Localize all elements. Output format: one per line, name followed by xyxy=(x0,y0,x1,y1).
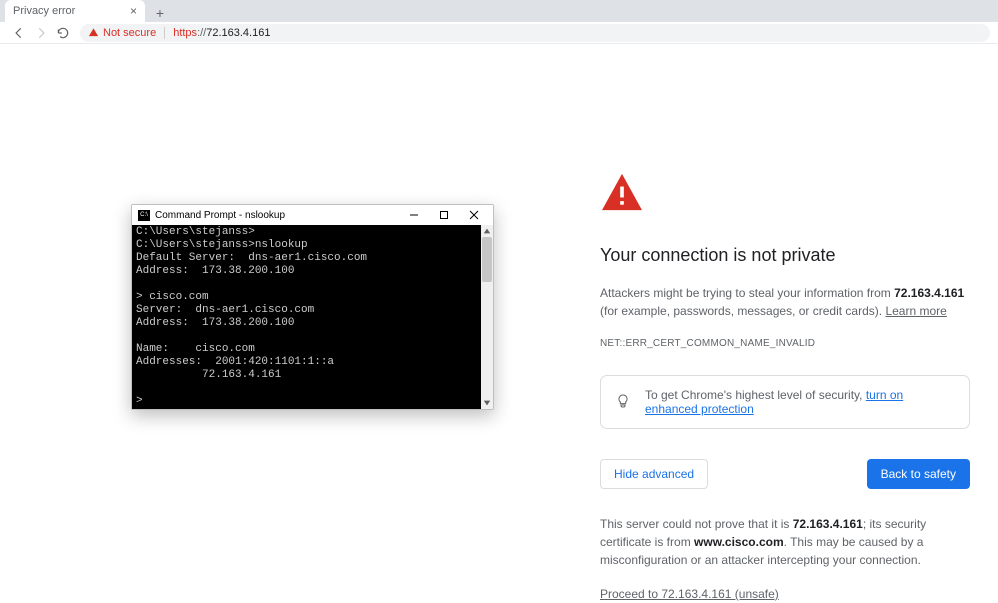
url-scheme: https xyxy=(173,27,197,39)
adv-domain: www.cisco.com xyxy=(694,535,784,549)
scroll-down-arrow-icon[interactable] xyxy=(481,397,493,409)
warn-body-suffix: (for example, passwords, messages, or cr… xyxy=(600,304,885,318)
not-secure-badge[interactable]: Not secure xyxy=(88,27,165,39)
danger-triangle-icon xyxy=(600,172,970,217)
address-field[interactable]: Not secure https://72.163.4.161 xyxy=(80,24,990,42)
browser-tab[interactable]: Privacy error × xyxy=(5,0,145,22)
minimize-button[interactable] xyxy=(399,206,429,224)
new-tab-button[interactable]: + xyxy=(149,4,171,22)
adv-ip: 72.163.4.161 xyxy=(793,517,863,531)
tab-close-icon[interactable]: × xyxy=(130,4,137,18)
proceed-unsafe-link[interactable]: Proceed to 72.163.4.161 (unsafe) xyxy=(600,587,779,601)
cmd-icon: C:\ xyxy=(138,210,150,221)
cmd-body-wrap: C:\Users\stejanss> C:\Users\stejanss>nsl… xyxy=(132,225,493,409)
command-prompt-window: C:\ Command Prompt - nslookup C:\Users\s… xyxy=(131,204,494,410)
maximize-button[interactable] xyxy=(429,206,459,224)
lightbulb-icon xyxy=(615,393,631,412)
warning-body: Attackers might be trying to steal your … xyxy=(600,284,970,320)
close-button[interactable] xyxy=(459,206,489,224)
cmd-scrollbar[interactable] xyxy=(481,225,493,409)
back-button[interactable] xyxy=(8,22,30,44)
window-controls xyxy=(399,206,489,224)
forward-button[interactable] xyxy=(30,22,52,44)
address-bar: Not secure https://72.163.4.161 xyxy=(0,22,998,44)
enhanced-prefix: To get Chrome's highest level of securit… xyxy=(645,388,866,402)
back-to-safety-button[interactable]: Back to safety xyxy=(867,459,970,489)
reload-button[interactable] xyxy=(52,22,74,44)
warning-triangle-icon xyxy=(88,27,99,38)
adv-a: This server could not prove that it is xyxy=(600,517,793,531)
learn-more-link[interactable]: Learn more xyxy=(885,304,946,318)
warning-button-row: Hide advanced Back to safety xyxy=(600,459,970,489)
warn-body-prefix: Attackers might be trying to steal your … xyxy=(600,286,894,300)
cmd-window-title: Command Prompt - nslookup xyxy=(155,210,399,221)
cmd-titlebar[interactable]: C:\ Command Prompt - nslookup xyxy=(132,205,493,225)
cmd-output[interactable]: C:\Users\stejanss> C:\Users\stejanss>nsl… xyxy=(132,225,493,409)
url-host: 72.163.4.161 xyxy=(206,27,270,39)
privacy-warning-panel: Your connection is not private Attackers… xyxy=(600,172,970,603)
advanced-explanation: This server could not prove that it is 7… xyxy=(600,515,970,569)
tab-title: Privacy error xyxy=(13,5,75,17)
scroll-up-arrow-icon[interactable] xyxy=(481,225,493,237)
page-content: Your connection is not private Attackers… xyxy=(0,44,998,530)
url-sep: :// xyxy=(197,27,206,39)
url-text: https://72.163.4.161 xyxy=(173,27,270,39)
scroll-thumb[interactable] xyxy=(482,237,492,282)
warn-body-ip: 72.163.4.161 xyxy=(894,286,964,300)
not-secure-label: Not secure xyxy=(103,27,156,39)
hide-advanced-button[interactable]: Hide advanced xyxy=(600,459,708,489)
error-code: NET::ERR_CERT_COMMON_NAME_INVALID xyxy=(600,338,970,349)
tab-bar: Privacy error × + xyxy=(0,0,998,22)
warning-title: Your connection is not private xyxy=(600,245,970,266)
enhanced-protection-box: To get Chrome's highest level of securit… xyxy=(600,375,970,429)
